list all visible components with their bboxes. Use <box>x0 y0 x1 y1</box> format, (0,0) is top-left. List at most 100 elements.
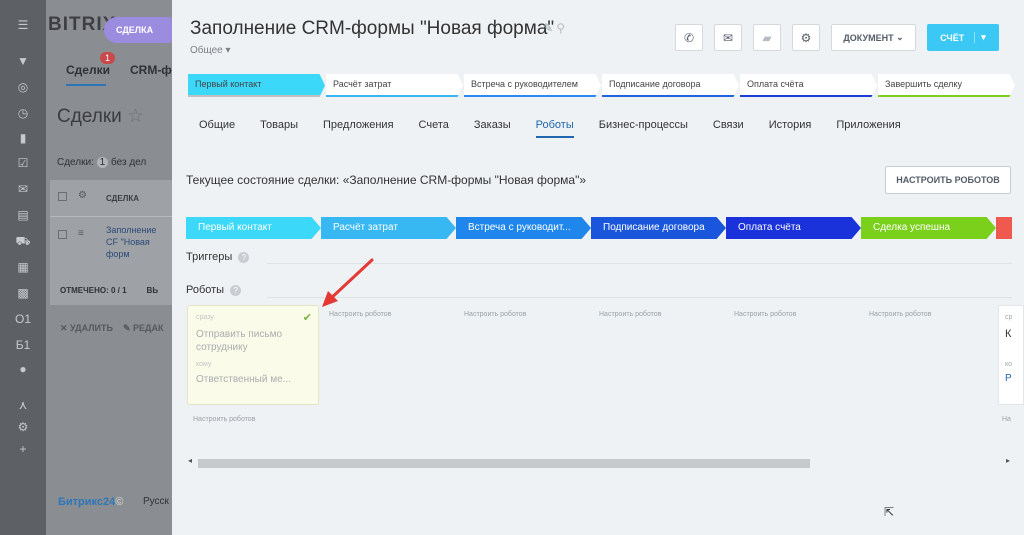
category-selector[interactable]: Общее ▾ <box>190 45 231 56</box>
gear-icon[interactable]: ⚙ <box>14 420 32 434</box>
robot-to-label: кому <box>196 361 212 368</box>
triggers-heading: Триггеры? <box>186 251 250 263</box>
tab-products[interactable]: Товары <box>260 119 298 138</box>
top-stage-item[interactable]: Подписание договора <box>602 74 739 97</box>
robots-heading: Роботы? <box>186 284 242 296</box>
plus-icon[interactable]: + <box>14 442 32 456</box>
background-deal-list: BITRIX СДЕЛКА Сделки CRM-ф 1 Сделки ☆ Сд… <box>46 0 180 535</box>
email-button[interactable]: ✉ <box>714 24 742 51</box>
stage-column-partial <box>996 217 1012 239</box>
chat-icon: ▰ <box>762 30 772 45</box>
invoice-button[interactable]: СЧЁТ ▾ <box>927 24 999 51</box>
tab-applications[interactable]: Приложения <box>836 119 900 138</box>
phone-icon: ✆ <box>683 30 695 45</box>
shop-icon[interactable]: ▤ <box>14 208 32 222</box>
configure-robots-link[interactable]: Настроить роботов <box>869 311 931 318</box>
chevron-down-icon: ▾ <box>974 32 986 43</box>
chat-button[interactable]: ▰ <box>753 24 781 51</box>
grid-icon[interactable]: ▩ <box>14 286 32 300</box>
scroll-right-icon: ▸ <box>1005 456 1010 465</box>
tab-crm[interactable]: CRM-ф <box>130 63 172 77</box>
bitrix24-logo: Битрикс24© <box>58 496 124 508</box>
page-title: Заполнение CRM-формы "Новая форма" <box>190 18 555 39</box>
robot-card-partial[interactable]: ср К ко Р <box>998 305 1024 405</box>
deal-slider-panel: Заполнение CRM-формы "Новая форма" ✎ ⚲ О… <box>172 0 1024 535</box>
tab-robots[interactable]: Роботы <box>535 119 574 138</box>
robot-delay: сразу <box>196 314 214 321</box>
top-stage-item[interactable]: Первый контакт <box>188 74 325 97</box>
scrollbar-thumb[interactable] <box>198 459 810 468</box>
settings-button[interactable]: ⚙ <box>792 24 820 51</box>
tab-invoices[interactable]: Счета <box>419 119 449 138</box>
calendar-icon[interactable]: ▦ <box>14 260 32 274</box>
robot-stage-columns: Первый контакт Расчёт затрат Встреча с р… <box>186 217 1012 239</box>
chevron-down-icon: ⌄ <box>896 32 904 42</box>
mail-icon: ✉ <box>722 30 734 45</box>
help-icon: ? <box>230 284 242 296</box>
tab-links[interactable]: Связи <box>713 119 744 138</box>
configure-robots-link[interactable]: Настроить роботов <box>734 311 796 318</box>
stage-column: Подписание договора <box>591 217 726 239</box>
tab-deals[interactable]: Сделки <box>66 63 110 77</box>
tab-offers[interactable]: Предложения <box>323 119 394 138</box>
row-checkbox[interactable] <box>58 230 67 239</box>
configure-robots-link[interactable]: На <box>1002 416 1011 423</box>
side-label-o1[interactable]: О1 <box>14 312 32 326</box>
detail-tabs: Общие Товары Предложения Счета Заказы Ро… <box>199 119 926 138</box>
red-arrow-annotation <box>322 258 374 307</box>
target-icon[interactable]: ◎ <box>14 80 32 94</box>
deal-pill-button[interactable]: СДЕЛКА <box>104 17 180 43</box>
star-icon: ☆ <box>127 106 145 127</box>
row-menu-icon[interactable]: ≡ <box>78 228 84 239</box>
settings-icon[interactable]: ⚙ <box>78 190 87 201</box>
phone-button[interactable]: ✆ <box>675 24 703 51</box>
stage-column: Оплата счёта <box>726 217 861 239</box>
stage-column: Сделка успешна <box>861 217 996 239</box>
bg-heading: Сделки ☆ <box>57 106 145 127</box>
top-stage-item[interactable]: Расчёт затрат <box>326 74 463 97</box>
stage-column: Первый контакт <box>186 217 321 239</box>
configure-robots-button[interactable]: НАСТРОИТЬ РОБОТОВ <box>885 166 1011 194</box>
bg-row-link[interactable]: Заполнение CF "Новая форм <box>106 224 170 260</box>
stage-column: Расчёт затрат <box>321 217 456 239</box>
filter-icon[interactable]: ▼ <box>14 54 32 68</box>
configure-robots-link[interactable]: Настроить роботов <box>599 311 661 318</box>
chart-icon[interactable]: ▮ <box>14 131 32 145</box>
circle-icon[interactable]: ● <box>14 362 32 376</box>
configure-robots-link[interactable]: Настроить роботов <box>329 311 391 318</box>
tab-orders[interactable]: Заказы <box>474 119 511 138</box>
bg-filter: Сделки: 1 без дел <box>57 157 147 168</box>
document-button[interactable]: ДОКУМЕНТ ⌄ <box>831 24 916 51</box>
robot-title: Отправить письмо сотруднику <box>196 329 283 353</box>
mouse-cursor: ⇱ <box>884 505 895 519</box>
cart-icon[interactable]: ⛟ <box>14 234 32 248</box>
gear-icon: ⚙ <box>800 30 812 45</box>
tab-business-processes[interactable]: Бизнес-процессы <box>599 119 688 138</box>
language-selector[interactable]: Русск <box>143 496 169 507</box>
configure-robots-link[interactable]: Настроить роботов <box>193 416 255 423</box>
configure-robots-link[interactable]: Настроить роботов <box>464 311 526 318</box>
active-tab-underline <box>66 84 106 86</box>
top-stage-bar: Первый контакт Расчёт затрат Встреча с р… <box>188 74 1016 97</box>
column-deal: СДЕЛКА <box>106 194 139 203</box>
left-menu-bar: ☰ ▼ ◎ ◷ ▮ ☑ ✉ ▤ ⛟ ▦ ▩ О1 Б1 ● ⋏ ⚙ + <box>0 0 46 535</box>
header-checkbox[interactable] <box>58 192 67 201</box>
robot-card[interactable]: ✔ сразу Отправить письмо сотруднику кому… <box>187 305 319 405</box>
top-stage-item[interactable]: Встреча с руководителем <box>464 74 601 97</box>
tab-history[interactable]: История <box>769 119 812 138</box>
check-icon[interactable]: ☑ <box>14 156 32 170</box>
tab-general[interactable]: Общие <box>199 119 235 138</box>
side-label-b1[interactable]: Б1 <box>14 338 32 352</box>
delete-action[interactable]: ✕ УДАЛИТЬ ✎ РЕДАК <box>60 323 163 334</box>
top-stage-item[interactable]: Оплата счёта <box>740 74 877 97</box>
clock-icon[interactable]: ◷ <box>14 106 32 120</box>
top-stage-item[interactable]: Завершить сделку <box>878 74 1015 97</box>
edit-title-icon[interactable]: ✎ ⚲ <box>543 21 565 35</box>
deals-count-badge: 1 <box>100 52 116 64</box>
bg-tabs: Сделки CRM-ф <box>66 63 172 77</box>
stage-column: Встреча с руководит... <box>456 217 591 239</box>
mail-icon[interactable]: ✉ <box>14 182 32 196</box>
menu-icon[interactable]: ☰ <box>14 18 32 32</box>
sitemap-icon[interactable]: ⋏ <box>14 398 32 412</box>
help-icon: ? <box>238 251 250 263</box>
